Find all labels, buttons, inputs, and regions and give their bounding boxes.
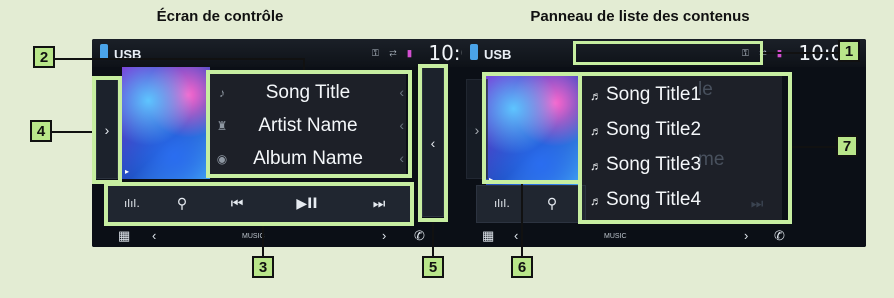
music-note-icon: ♬: [590, 194, 602, 208]
album-name: Album Name: [253, 148, 363, 169]
list-item-label: Song Title2: [606, 119, 702, 140]
artist-row[interactable]: ♜ Artist Name ‹: [210, 109, 406, 142]
album-art[interactable]: ▸: [122, 67, 210, 179]
phone-icon[interactable]: ✆: [774, 228, 785, 244]
side-tab-left[interactable]: ›: [466, 79, 488, 179]
music-note-icon: ♪: [219, 86, 225, 100]
list-item[interactable]: ♬ Song Title1: [582, 78, 782, 111]
album-art[interactable]: ▸: [486, 75, 578, 187]
side-tab-right[interactable]: ‹: [422, 67, 444, 217]
chevron-left-icon: ‹: [399, 117, 404, 133]
control-bar: ılıl. ⚲ ⏮ ▶II ⏭: [106, 185, 412, 223]
chevron-left-icon[interactable]: ‹: [514, 228, 518, 243]
search-icon[interactable]: ⚲: [527, 186, 577, 222]
bottom-bar: ▦ ‹ MUSIC › ✆: [92, 225, 496, 247]
list-item-label: Song Title1: [606, 84, 702, 105]
equalizer-icon[interactable]: ılıl.: [477, 186, 527, 222]
phone-icon[interactable]: ✆: [414, 228, 425, 244]
leader-line: [303, 58, 305, 70]
callout-1: 1: [838, 40, 860, 62]
control-bar: ılıl. ⚲: [476, 185, 586, 223]
control-screen: USB ⚿ ⇄ ▮ 10:00 ▸ ♪ Song Title ‹ ♜ Artis…: [92, 39, 496, 247]
leader-line: [52, 131, 92, 133]
music-label: MUSIC: [604, 233, 627, 240]
previous-icon[interactable]: ⏮: [207, 186, 267, 222]
track-info-panel: ♪ Song Title ‹ ♜ Artist Name ‹ ◉ Album N…: [210, 74, 406, 178]
chevron-left-icon: ‹: [399, 150, 404, 166]
callout-7: 7: [836, 135, 858, 157]
side-tab-left[interactable]: ›: [96, 79, 118, 179]
next-icon[interactable]: ⏭: [347, 186, 411, 222]
callout-2: 2: [33, 46, 55, 68]
song-title: Song Title: [265, 82, 351, 103]
leader-line: [792, 146, 836, 148]
music-note-icon: ♬: [590, 89, 602, 103]
status-icons: ⚿ ⇄ ▮: [371, 48, 416, 58]
next-icon[interactable]: ⏭: [732, 186, 782, 222]
artist-icon: ♜: [216, 119, 228, 133]
progress-marker-icon: ▸: [125, 167, 130, 176]
leader-line: [521, 184, 523, 258]
leader-line: [55, 58, 305, 60]
list-item[interactable]: ♬ Song Title3: [582, 148, 782, 181]
chevron-left-icon[interactable]: ‹: [152, 228, 156, 243]
left-heading: Écran de contrôle: [156, 8, 284, 25]
music-note-icon: ♬: [590, 124, 602, 138]
callout-4: 4: [30, 120, 52, 142]
music-note-icon: ♬: [590, 159, 602, 173]
callout-5: 5: [422, 256, 444, 278]
chevron-right-icon[interactable]: ›: [382, 228, 386, 243]
equalizer-icon[interactable]: ılıl.: [107, 186, 157, 222]
usb-icon: [470, 44, 478, 60]
song-title-row[interactable]: ♪ Song Title ‹: [210, 76, 406, 109]
list-item[interactable]: ♬ Song Title2: [582, 113, 782, 146]
list-item-label: Song Title3: [606, 154, 702, 175]
callout-6: 6: [511, 256, 533, 278]
leader-line: [763, 52, 840, 54]
status-bar: USB ⚿ ⇄ ▮ 10:00: [92, 39, 496, 67]
list-item-label: Song Title4: [606, 189, 702, 210]
chevron-left-icon: ‹: [399, 84, 404, 100]
search-icon[interactable]: ⚲: [157, 186, 207, 222]
chevron-right-icon[interactable]: ›: [744, 228, 748, 243]
progress-marker-icon: ▸: [489, 175, 494, 184]
play-pause-icon[interactable]: ▶II: [267, 186, 347, 222]
album-icon: ◉: [216, 152, 228, 166]
source-label[interactable]: USB: [484, 47, 511, 62]
album-row[interactable]: ◉ Album Name ‹: [210, 142, 406, 175]
callout-3: 3: [252, 256, 274, 278]
artist-name: Artist Name: [258, 115, 358, 136]
right-heading: Panneau de liste des contenus: [530, 8, 750, 25]
leader-line: [432, 222, 434, 258]
home-grid-icon[interactable]: ▦: [482, 228, 494, 244]
home-grid-icon[interactable]: ▦: [118, 228, 130, 244]
leader-line: [262, 226, 264, 258]
